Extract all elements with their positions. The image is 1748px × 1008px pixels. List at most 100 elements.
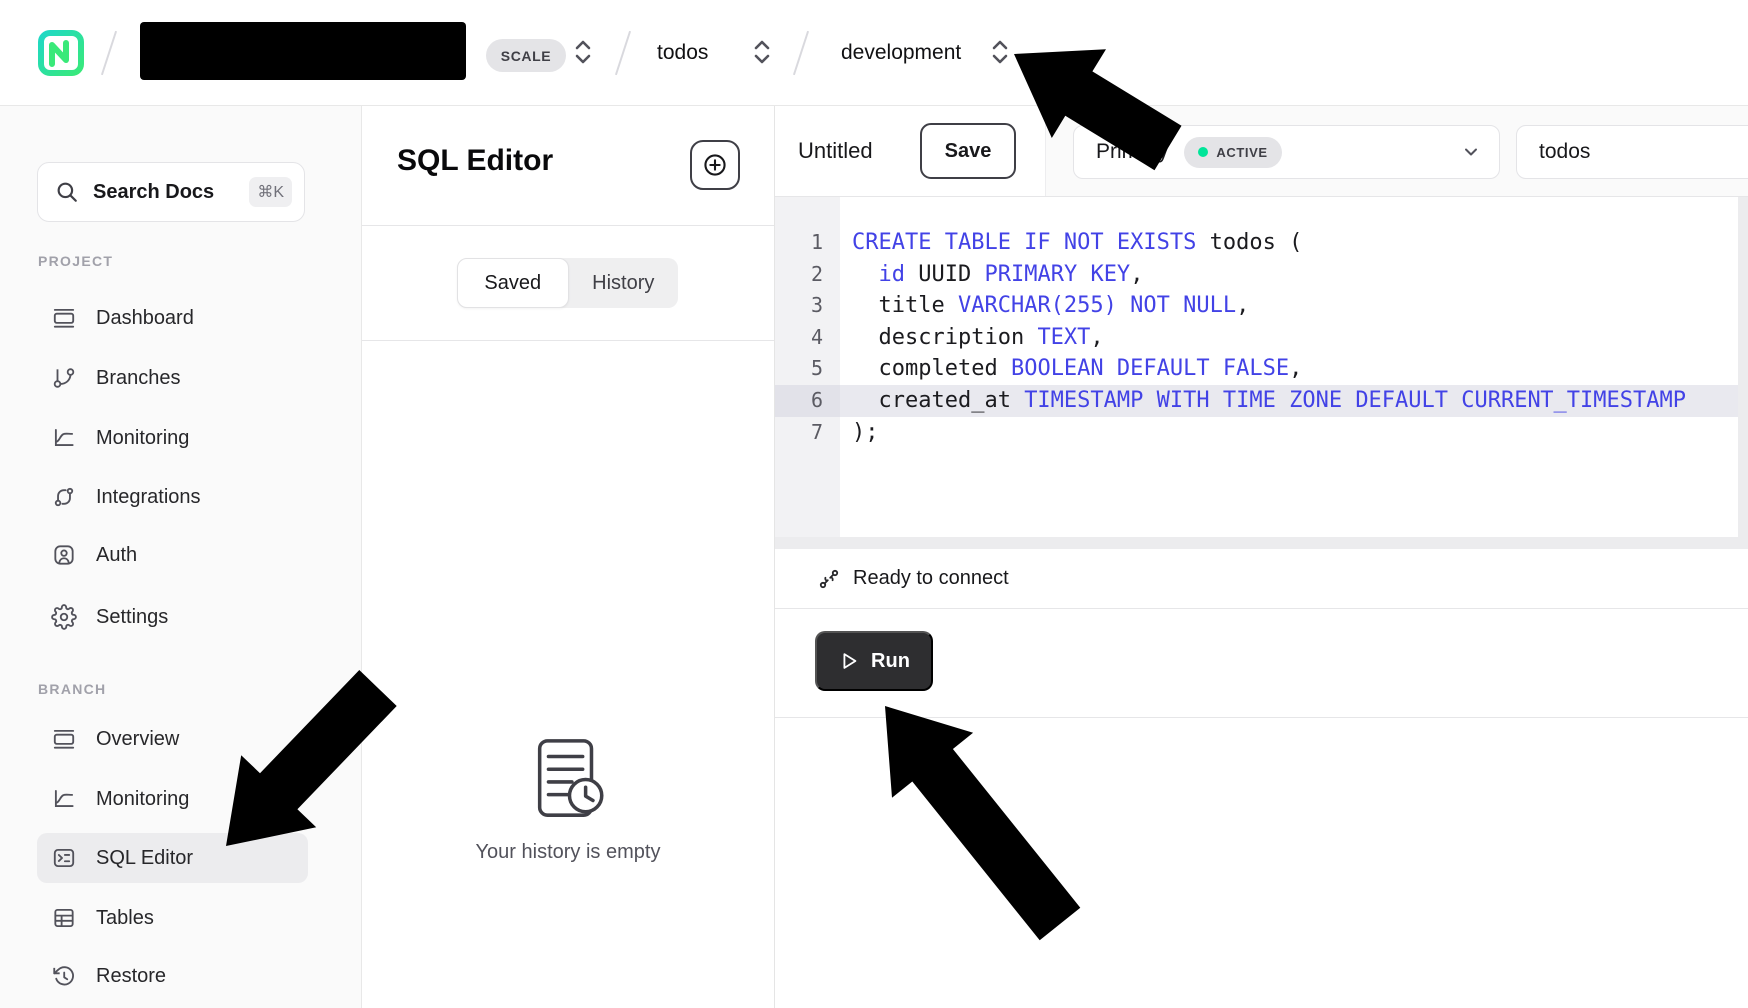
- run-bar: Run: [775, 608, 1748, 718]
- tab-saved[interactable]: Saved: [457, 258, 569, 308]
- overview-icon: [51, 726, 77, 752]
- horizontal-scrollbar[interactable]: [775, 537, 1748, 549]
- endpoint-name: Primary: [1096, 140, 1168, 164]
- sidebar-item-branches[interactable]: Branches: [37, 353, 308, 403]
- search-docs-label: Search Docs: [93, 181, 249, 204]
- line-number: 6: [775, 385, 840, 417]
- sql-code-editor[interactable]: 1234567 CREATE TABLE IF NOT EXISTS todos…: [775, 197, 1748, 549]
- code-line-3[interactable]: title VARCHAR(255) NOT NULL,: [840, 290, 1738, 322]
- line-number: 2: [775, 259, 840, 291]
- save-button[interactable]: Save: [920, 123, 1016, 179]
- sidebar-item-label: SQL Editor: [96, 847, 193, 870]
- run-button[interactable]: Run: [815, 631, 933, 691]
- sql-keyword: BOOLEAN DEFAULT FALSE: [1011, 356, 1289, 381]
- sidebar-item-label: Overview: [96, 728, 179, 751]
- sidebar-item-monitoring[interactable]: Monitoring: [37, 413, 308, 463]
- sidebar-item-auth[interactable]: Auth: [37, 530, 308, 580]
- sidebar-item-label: Auth: [96, 544, 137, 567]
- breadcrumb-project[interactable]: todos: [657, 0, 708, 105]
- sidebar-item-label: Monitoring: [96, 427, 189, 450]
- sidebar-item-sql-editor[interactable]: SQL Editor: [37, 833, 308, 883]
- sidebar-item-overview[interactable]: Overview: [37, 714, 308, 764]
- monitoring-icon: [51, 786, 77, 812]
- sql-keyword: VARCHAR(255) NOT NULL: [958, 293, 1236, 318]
- line-number-gutter: 1234567: [775, 197, 840, 537]
- auth-icon: [51, 542, 77, 568]
- code-area[interactable]: CREATE TABLE IF NOT EXISTS todos ( id UU…: [840, 197, 1738, 537]
- code-line-6[interactable]: created_at TIMESTAMP WITH TIME ZONE DEFA…: [840, 385, 1738, 417]
- breadcrumb-branch[interactable]: development: [841, 0, 961, 105]
- dashboard-icon: [51, 305, 77, 331]
- vertical-scrollbar[interactable]: [1738, 197, 1748, 537]
- history-empty-icon: [525, 734, 613, 824]
- sql-text: description: [852, 325, 1037, 350]
- sql-text: title: [852, 293, 958, 318]
- breadcrumb-slash: [101, 31, 117, 75]
- tables-icon: [51, 905, 77, 931]
- line-number: 4: [775, 322, 840, 354]
- sql-text: ,: [1130, 262, 1143, 287]
- new-query-button[interactable]: [690, 140, 740, 190]
- org-name-redacted[interactable]: [140, 22, 466, 80]
- query-workspace: Untitled Save Primary ACTIVE todos 12345…: [775, 106, 1748, 1008]
- sidebar-item-label: Settings: [96, 606, 168, 629]
- endpoint-dropdown[interactable]: Primary ACTIVE: [1073, 125, 1500, 179]
- code-line-7[interactable]: );: [840, 417, 1738, 449]
- query-name: Untitled: [798, 106, 873, 196]
- sql-text: ,: [1090, 325, 1103, 350]
- sidebar-item-tables[interactable]: Tables: [37, 893, 308, 943]
- line-number: 7: [775, 417, 840, 449]
- sql-editor-icon: [51, 845, 77, 871]
- branch-chevron-updown-icon[interactable]: [990, 33, 1010, 71]
- plus-circle-icon: [701, 151, 729, 179]
- sidebar-item-dashboard[interactable]: Dashboard: [37, 293, 308, 343]
- sql-text: ,: [1289, 356, 1302, 381]
- code-line-4[interactable]: description TEXT,: [840, 322, 1738, 354]
- panel-title: SQL Editor: [397, 144, 553, 178]
- sql-keyword: CREATE TABLE IF NOT EXISTS: [852, 230, 1196, 255]
- sidebar-item-label: Tables: [96, 907, 154, 930]
- section-label-branch: BRANCH: [38, 681, 106, 697]
- sql-text: [852, 262, 879, 287]
- chevron-down-icon: [1461, 142, 1481, 162]
- divider: [362, 340, 774, 341]
- tab-history[interactable]: History: [569, 258, 679, 308]
- sql-keyword: id: [879, 262, 906, 287]
- sql-text: todos (: [1196, 230, 1302, 255]
- connection-icon: [817, 567, 841, 591]
- sidebar-item-settings[interactable]: Settings: [37, 592, 308, 642]
- sidebar-item-integrations[interactable]: Integrations: [37, 472, 308, 522]
- monitoring-icon: [51, 425, 77, 451]
- connection-status-bar: Ready to connect: [775, 549, 1748, 609]
- plan-badge: SCALE: [486, 39, 566, 72]
- database-dropdown[interactable]: todos: [1516, 125, 1748, 179]
- sidebar-item-monitoring[interactable]: Monitoring: [37, 774, 308, 824]
- sidebar-item-label: Branches: [96, 367, 181, 390]
- sql-text: completed: [852, 356, 1011, 381]
- sidebar: Search Docs ⌘K PROJECTDashboardBranchesM…: [0, 106, 362, 1008]
- sql-keyword: TIMESTAMP WITH TIME ZONE DEFAULT CURREN: [1024, 388, 1541, 413]
- sql-text: );: [852, 420, 879, 445]
- code-line-1[interactable]: CREATE TABLE IF NOT EXISTS todos (: [840, 227, 1738, 259]
- history-empty-message: Your history is empty: [362, 841, 774, 864]
- line-number: 1: [775, 227, 840, 259]
- sql-keyword: TEXT: [1037, 325, 1090, 350]
- play-icon: [838, 650, 860, 672]
- breadcrumb-slash: [615, 31, 631, 75]
- branches-icon: [51, 365, 77, 391]
- neon-logo-icon[interactable]: [38, 30, 84, 76]
- breadcrumb-slash: [793, 31, 809, 75]
- sql-text: UUID: [905, 262, 984, 287]
- org-chevron-updown-icon[interactable]: [573, 33, 593, 71]
- code-line-2[interactable]: id UUID PRIMARY KEY,: [840, 259, 1738, 291]
- sidebar-item-label: Integrations: [96, 486, 201, 509]
- sidebar-item-label: Restore: [96, 965, 166, 988]
- code-line-5[interactable]: completed BOOLEAN DEFAULT FALSE,: [840, 353, 1738, 385]
- sidebar-item-restore[interactable]: Restore: [37, 951, 308, 1001]
- run-button-label: Run: [871, 650, 910, 673]
- sql-keyword: T_TIMESTAMP: [1540, 388, 1686, 413]
- project-chevron-updown-icon[interactable]: [752, 33, 772, 71]
- top-bar: SCALE todos development: [0, 0, 1748, 106]
- status-dot: [1198, 147, 1208, 157]
- search-docs-input[interactable]: Search Docs ⌘K: [37, 162, 305, 222]
